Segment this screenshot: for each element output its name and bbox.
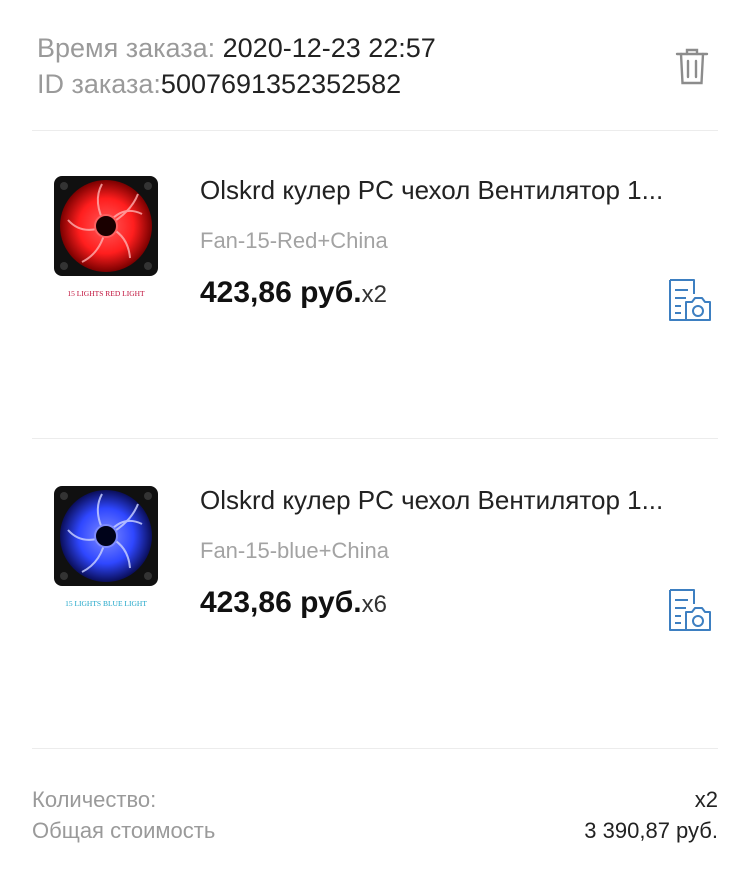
product-title[interactable]: Olskrd кулер PC чехол Вентилятор 1...	[200, 484, 712, 516]
product-image[interactable]: 15 LIGHTS BLUE LIGHT	[52, 484, 160, 614]
price-row: 423,86 руб.x2	[200, 276, 387, 310]
photo-review-icon	[669, 279, 711, 321]
divider	[32, 748, 718, 749]
product-quantity: x6	[361, 591, 387, 618]
order-time-label: Время заказа:	[37, 33, 223, 63]
order-id-value: 5007691352352582	[160, 69, 402, 99]
order-id-label: ID заказа:	[37, 69, 161, 99]
order-item[interactable]: 15 LIGHTS BLUE LIGHT Olskrd кулер PC чех…	[0, 484, 750, 684]
quantity-row: Количество: x2	[32, 784, 718, 815]
blue-fan-image: 15 LIGHTS BLUE LIGHT	[54, 486, 158, 608]
total-value: 3 390,87 руб.	[584, 818, 718, 843]
divider	[32, 130, 718, 131]
product-variant: Fan-15-blue+China	[200, 538, 389, 563]
quantity-label: Количество:	[32, 787, 157, 812]
divider	[32, 438, 718, 439]
product-price: 423,86 руб.	[200, 276, 362, 309]
delete-order-button[interactable]	[674, 46, 710, 86]
order-item[interactable]: 15 LIGHTS RED LIGHT Olskrd кулер PC чехо…	[0, 174, 750, 374]
image-caption: 15 LIGHTS BLUE LIGHT	[65, 599, 147, 608]
product-title[interactable]: Olskrd кулер PC чехол Вентилятор 1...	[200, 174, 712, 206]
total-label: Общая стоимость	[32, 818, 216, 843]
order-time: Время заказа: 2020-12-23 22:57	[37, 30, 750, 66]
product-price: 423,86 руб.	[200, 586, 362, 619]
order-summary: Количество: x2 Общая стоимость 3 390,87 …	[32, 784, 718, 846]
order-id: ID заказа:5007691352352582	[37, 66, 750, 102]
order-header: Время заказа: 2020-12-23 22:57 ID заказа…	[37, 30, 750, 110]
product-variant: Fan-15-Red+China	[200, 228, 388, 253]
product-image[interactable]: 15 LIGHTS RED LIGHT	[52, 174, 160, 304]
red-fan-image: 15 LIGHTS RED LIGHT	[54, 176, 158, 298]
product-quantity: x2	[361, 281, 387, 308]
photo-review-button[interactable]	[666, 278, 712, 322]
order-time-value: 2020-12-23 22:57	[222, 33, 436, 63]
total-row: Общая стоимость 3 390,87 руб.	[32, 815, 718, 846]
quantity-value: x2	[694, 787, 718, 812]
price-row: 423,86 руб.x6	[200, 586, 387, 620]
photo-review-icon	[669, 589, 711, 631]
image-caption: 15 LIGHTS RED LIGHT	[67, 289, 145, 298]
trash-icon	[675, 48, 709, 85]
photo-review-button[interactable]	[666, 588, 712, 632]
